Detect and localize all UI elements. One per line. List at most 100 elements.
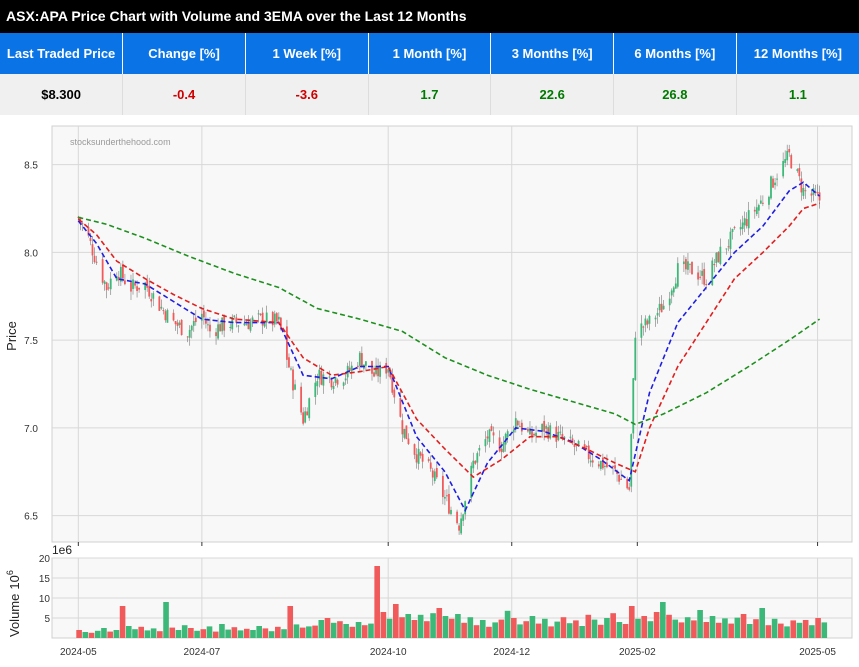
candle-body (245, 324, 248, 326)
volume-bar (684, 617, 691, 638)
price-panel-background (51, 125, 853, 543)
volume-bar (380, 612, 387, 638)
candle-body (251, 317, 254, 322)
candle-body (753, 209, 756, 212)
candle-body (682, 261, 685, 265)
volume-bar (237, 630, 244, 638)
candle-body (456, 511, 458, 524)
candle-body (788, 149, 791, 153)
volume-bar (150, 628, 157, 638)
volume-bar (771, 618, 778, 638)
volume-bar (94, 630, 101, 638)
candle-body (160, 306, 163, 309)
volume-bar (88, 632, 95, 638)
x-tick: 2024-05 (60, 647, 97, 658)
volume-bar (672, 619, 679, 638)
candle-body (288, 357, 290, 368)
candle-body (221, 317, 224, 332)
candle-body (237, 325, 240, 327)
volume-bar (262, 628, 269, 638)
candle-body (166, 309, 169, 323)
candle-body (798, 168, 801, 177)
candle-body (358, 352, 361, 366)
x-tick: 2024-12 (493, 647, 530, 658)
value-1-week: -3.6 (245, 74, 369, 115)
candle-body (786, 150, 789, 161)
candle-body (591, 460, 594, 463)
volume-bar (473, 625, 480, 638)
volume-y-tick: 10 (39, 594, 51, 605)
candle-body (413, 444, 416, 455)
candle-body (164, 311, 167, 321)
candle-body (512, 429, 515, 433)
candle-body (759, 200, 762, 204)
candle-body (604, 465, 606, 467)
candle-body (360, 353, 363, 368)
volume-bar (119, 606, 126, 638)
candle-body (646, 320, 649, 325)
stats-header-row: Last Traded Price Change [%] 1 Week [%] … (0, 33, 859, 74)
volume-bar (330, 622, 337, 638)
candle-body (178, 322, 181, 325)
candle-body (205, 320, 207, 324)
candle-body (506, 431, 509, 438)
candle-body (761, 202, 764, 204)
candle-body (322, 374, 325, 386)
volume-bar (125, 626, 132, 638)
candle-body (450, 509, 452, 515)
candle-body (403, 428, 406, 438)
candle-body (107, 287, 110, 289)
price-y-tick: 8.0 (24, 248, 38, 259)
candle-body (697, 272, 699, 280)
volume-bar (361, 625, 368, 638)
candle-body (634, 337, 637, 380)
candle-body (672, 287, 675, 293)
candle-body (703, 269, 706, 285)
candle-body (674, 283, 677, 289)
volume-bar (542, 618, 548, 638)
candle-body (188, 329, 191, 338)
candle-body (446, 495, 448, 497)
candle-body (207, 324, 209, 326)
candle-body (350, 365, 353, 372)
chart-title: ASX:APA Price Chart with Volume and 3EMA… (0, 0, 859, 33)
candle-body (121, 264, 124, 279)
volume-offset-text: 1e6 (52, 543, 72, 557)
candle-body (618, 474, 620, 482)
candle-body (444, 497, 446, 499)
candle-body (745, 219, 748, 227)
volume-bar (374, 566, 380, 638)
candle-body (407, 438, 410, 444)
candle-body (662, 305, 665, 310)
candle-body (729, 231, 732, 250)
volume-bar (510, 618, 517, 638)
volume-bar (504, 610, 511, 638)
candle-body (705, 284, 708, 286)
candle-body (162, 310, 165, 312)
header-6-months: 6 Months [%] (613, 33, 737, 74)
volume-bar (467, 617, 474, 638)
volume-bar (287, 606, 294, 638)
volume-bar (268, 631, 275, 638)
volume-bar (250, 630, 256, 638)
volume-bar (436, 608, 443, 638)
candle-body (448, 493, 450, 514)
candle-body (498, 437, 501, 452)
candle-body (249, 321, 252, 331)
candle-body (421, 453, 424, 462)
candle-body (330, 378, 333, 388)
candle-body (186, 336, 189, 338)
volume-bar (200, 629, 207, 638)
volume-bar (343, 624, 349, 638)
candle-body (233, 315, 236, 317)
header-12-months: 12 Months [%] (736, 33, 859, 74)
candle-body (488, 429, 491, 442)
candle-body (687, 261, 689, 270)
candle-body (401, 420, 404, 435)
candle-body (215, 332, 217, 337)
value-1-month: 1.7 (368, 74, 492, 115)
candle-body (691, 262, 693, 275)
volume-bar (809, 625, 815, 638)
volume-bar (492, 622, 498, 638)
candle-body (320, 370, 323, 385)
